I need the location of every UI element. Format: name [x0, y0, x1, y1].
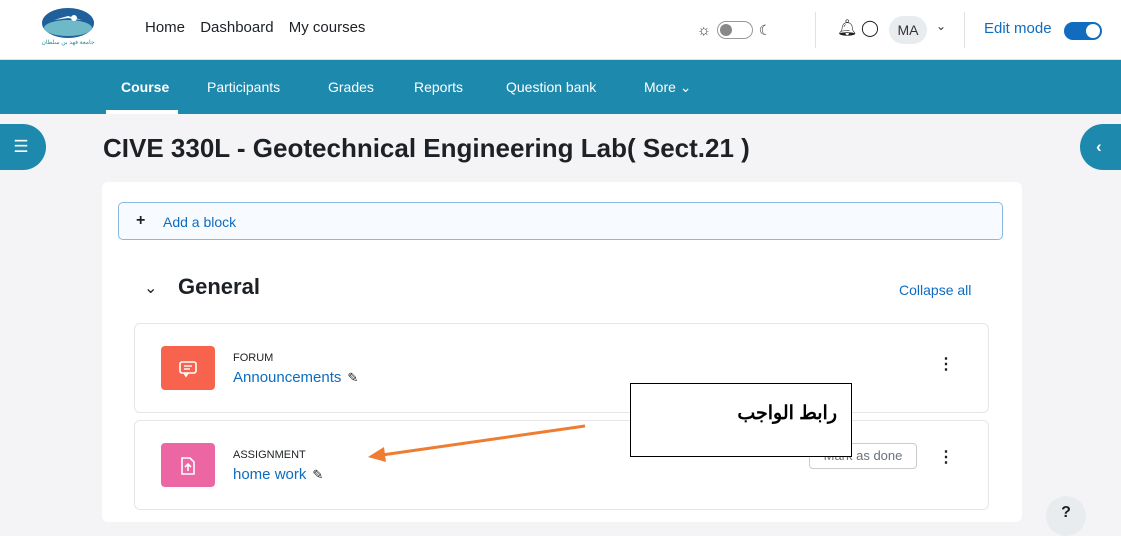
chevron-left-icon: ‹	[1096, 137, 1102, 156]
pencil-icon[interactable]: ✎	[347, 370, 358, 385]
assignment-icon[interactable]	[161, 443, 215, 487]
help-button[interactable]: ?	[1046, 496, 1086, 536]
pencil-icon[interactable]: ✎	[312, 467, 323, 482]
chevron-down-icon[interactable]: ⌄	[936, 19, 946, 33]
activity-link-home-work[interactable]: home work ✎	[233, 466, 323, 483]
chat-icon[interactable]: ◯	[861, 18, 879, 38]
theme-toggle[interactable]: ☼ ☾	[697, 20, 771, 40]
forum-icon[interactable]	[161, 346, 215, 390]
list-icon: ☰	[13, 137, 29, 156]
navbar-divider	[964, 12, 965, 48]
primary-nav: Home Dashboard My courses	[145, 19, 376, 36]
chevron-down-icon[interactable]: ⌄	[144, 278, 157, 298]
tab-more[interactable]: More ⌄	[644, 79, 692, 96]
section-title[interactable]: General	[178, 274, 260, 300]
tab-reports[interactable]: Reports	[414, 79, 463, 95]
activity-assignment: ASSIGNMENT home work ✎ Mark as done ⋮	[134, 420, 989, 510]
edit-mode-switch[interactable]	[1064, 22, 1102, 40]
logo-emblem-icon	[42, 8, 94, 38]
page-title: CIVE 330L - Geotechnical Engineering Lab…	[103, 133, 750, 163]
bell-icon[interactable]: 🔔︎	[837, 18, 857, 38]
avatar[interactable]: MA	[889, 16, 927, 44]
nav-link-dashboard[interactable]: Dashboard	[200, 19, 273, 36]
moon-icon: ☾	[758, 21, 772, 38]
course-content-card: + Add a block ⌄ General Collapse all FOR…	[102, 182, 1022, 522]
collapse-all-link[interactable]: Collapse all	[899, 282, 971, 298]
top-navbar: جامعة فهد بن سلطان Home Dashboard My cou…	[0, 0, 1121, 60]
annotation-callout: رابط الواجب	[630, 383, 852, 457]
tab-participants[interactable]: Participants	[207, 79, 280, 95]
university-logo[interactable]: جامعة فهد بن سلطان	[24, 6, 112, 54]
sun-icon: ☼	[697, 21, 711, 39]
more-options-icon[interactable]: ⋮	[938, 447, 954, 467]
activity-name[interactable]: home work	[233, 466, 306, 483]
annotation-text: رابط الواجب	[737, 403, 837, 424]
block-drawer-button[interactable]: ‹	[1080, 124, 1121, 170]
add-block-label: Add a block	[163, 214, 237, 230]
logo-caption: جامعة فهد بن سلطان	[41, 40, 95, 46]
activity-type-label: ASSIGNMENT	[233, 449, 306, 461]
activity-name[interactable]: Announcements	[233, 369, 341, 386]
activity-forum: FORUM Announcements ✎ ⋮	[134, 323, 989, 413]
activity-type-label: FORUM	[233, 352, 274, 364]
nav-link-my-courses[interactable]: My courses	[289, 19, 366, 36]
activity-link-announcements[interactable]: Announcements ✎	[233, 369, 358, 386]
theme-switch[interactable]	[716, 21, 753, 39]
active-tab-indicator	[106, 110, 178, 114]
plus-icon: +	[136, 212, 146, 229]
navbar-divider	[815, 12, 816, 48]
tab-question-bank[interactable]: Question bank	[506, 79, 596, 95]
course-index-drawer-button[interactable]: ☰	[0, 124, 46, 170]
edit-mode-label: Edit mode	[984, 20, 1052, 37]
nav-link-home[interactable]: Home	[145, 19, 185, 36]
tab-course[interactable]: Course	[121, 79, 169, 95]
add-block-button[interactable]: + Add a block	[118, 202, 1003, 240]
more-options-icon[interactable]: ⋮	[938, 354, 954, 374]
tab-grades[interactable]: Grades	[328, 79, 374, 95]
course-secondary-nav: Course Participants Grades Reports Quest…	[0, 60, 1121, 114]
